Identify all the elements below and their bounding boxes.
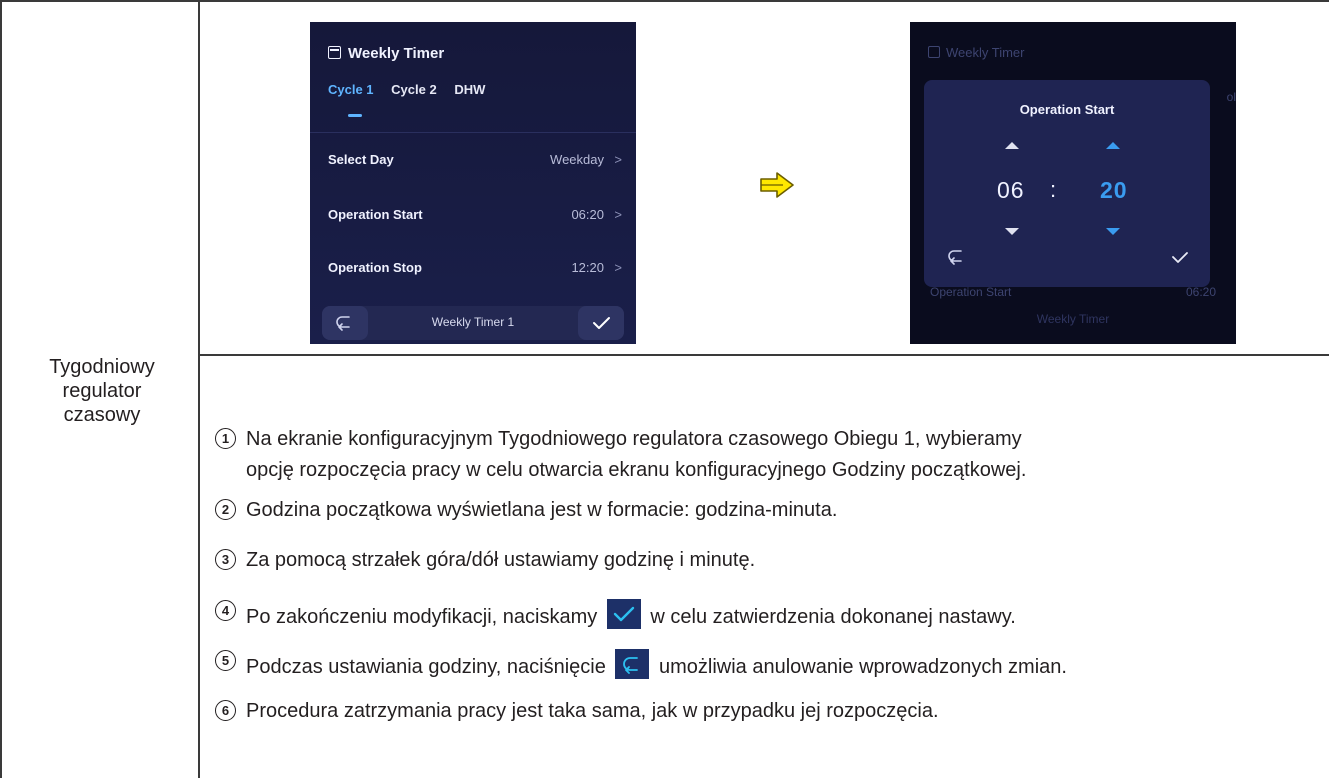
step-number: 5 — [215, 650, 236, 671]
row-label-line-1: Tygodniowy — [49, 356, 155, 378]
step-number: 6 — [215, 700, 236, 721]
operation-stop-value: 12:20 — [571, 260, 604, 275]
step-text-after: w celu zatwierdzenia dokonanej nastawy. — [650, 606, 1016, 628]
time-picker-dialog: Operation Start 06 : 20 — [924, 80, 1210, 287]
row-divider — [198, 354, 1329, 356]
background-title-text: Weekly Timer — [946, 45, 1025, 60]
operation-start-row[interactable]: Operation Start 06:20 > — [328, 207, 622, 229]
operation-start-label: Operation Start — [328, 207, 423, 222]
minute-down-arrow-icon[interactable] — [1106, 228, 1120, 235]
operation-start-screen: Weekly Timer ol Operation Start 06:20 We… — [910, 22, 1236, 344]
background-bottom-label: Weekly Timer — [1036, 312, 1110, 326]
row-label-line-3: czasowy — [63, 404, 141, 426]
step-number: 2 — [215, 499, 236, 520]
select-day-value: Weekday — [550, 152, 604, 167]
hour-up-arrow-icon[interactable] — [1005, 142, 1019, 149]
row-label-line-2: regulator — [62, 380, 142, 402]
screen-title: Weekly Timer — [328, 45, 444, 62]
weekly-timer-screen: Weekly Timer Cycle 1 Cycle 2 DHW Select … — [310, 22, 636, 344]
step-text-before: Po zakończeniu modyfikacji, naciskamy — [246, 606, 598, 628]
operation-stop-label: Operation Stop — [328, 260, 422, 275]
background-row: Operation Start 06:20 — [930, 285, 1216, 299]
next-step-arrow-icon — [760, 172, 794, 198]
operation-start-value: 06:20 — [571, 207, 604, 222]
step-text: Za pomocą strzałek góra/dół ustawiamy go… — [246, 549, 756, 571]
step-text-before: Podczas ustawiania godziny, naciśnięcie — [246, 656, 606, 678]
back-icon[interactable] — [944, 246, 970, 268]
minute-up-arrow-icon[interactable] — [1106, 142, 1120, 149]
hour-down-arrow-icon[interactable] — [1005, 228, 1019, 235]
tab-cycle-2[interactable]: Cycle 2 — [391, 82, 437, 97]
operation-stop-row[interactable]: Operation Stop 12:20 > — [328, 260, 622, 282]
table-left-border — [0, 0, 2, 778]
check-icon — [606, 599, 641, 629]
confirm-button[interactable] — [578, 306, 624, 340]
chevron-right-icon: > — [614, 260, 622, 275]
active-tab-indicator — [348, 114, 362, 117]
hour-value: 06 — [997, 177, 1025, 203]
step-text-after: umożliwia anulowanie wprowadzonych zmian… — [658, 656, 1067, 678]
back-icon — [615, 649, 650, 679]
step-text: Po zakończeniu modyfikacji, naciskamy w … — [246, 599, 1016, 629]
bottom-bar: Weekly Timer 1 — [322, 306, 624, 340]
check-icon — [593, 317, 610, 329]
chevron-right-icon: > — [614, 207, 622, 222]
background-title: Weekly Timer — [928, 45, 1025, 60]
select-day-row[interactable]: Select Day Weekday > — [328, 152, 622, 174]
chevron-right-icon: > — [614, 152, 622, 167]
dialog-title: Operation Start — [1019, 102, 1115, 117]
tab-dhw[interactable]: DHW — [454, 82, 485, 97]
cycle-tabs: Cycle 1 Cycle 2 DHW — [328, 82, 499, 97]
row-label: Tygodniowy regulator czasowy — [6, 355, 198, 427]
background-clipped-text: ol — [1226, 90, 1236, 104]
step-text: Procedura zatrzymania pracy jest taka sa… — [246, 700, 939, 722]
step-text-line-2: opcję rozpoczęcia pracy w celu otwarcia … — [246, 459, 1027, 481]
calendar-icon — [328, 46, 341, 59]
background-row-value: 06:20 — [1185, 285, 1216, 299]
select-day-label: Select Day — [328, 152, 394, 167]
step-number: 1 — [215, 428, 236, 449]
step-number: 3 — [215, 549, 236, 570]
screen-title-text: Weekly Timer — [348, 45, 445, 62]
step-text-line-1: Na ekranie konfiguracyjnym Tygodniowego … — [246, 428, 1022, 450]
time-separator: : — [1050, 177, 1057, 202]
minute-value: 20 — [1100, 177, 1128, 203]
check-icon[interactable] — [1168, 247, 1192, 267]
tabs-divider — [310, 132, 636, 133]
step-text: Podczas ustawiania godziny, naciśnięcie … — [246, 649, 1067, 679]
background-row-label: Operation Start — [930, 285, 1012, 299]
calendar-icon — [928, 46, 940, 58]
tab-cycle-1[interactable]: Cycle 1 — [328, 82, 374, 97]
column-divider — [198, 0, 200, 778]
step-number: 4 — [215, 600, 236, 621]
step-text: Godzina początkowa wyświetlana jest w fo… — [246, 499, 838, 521]
